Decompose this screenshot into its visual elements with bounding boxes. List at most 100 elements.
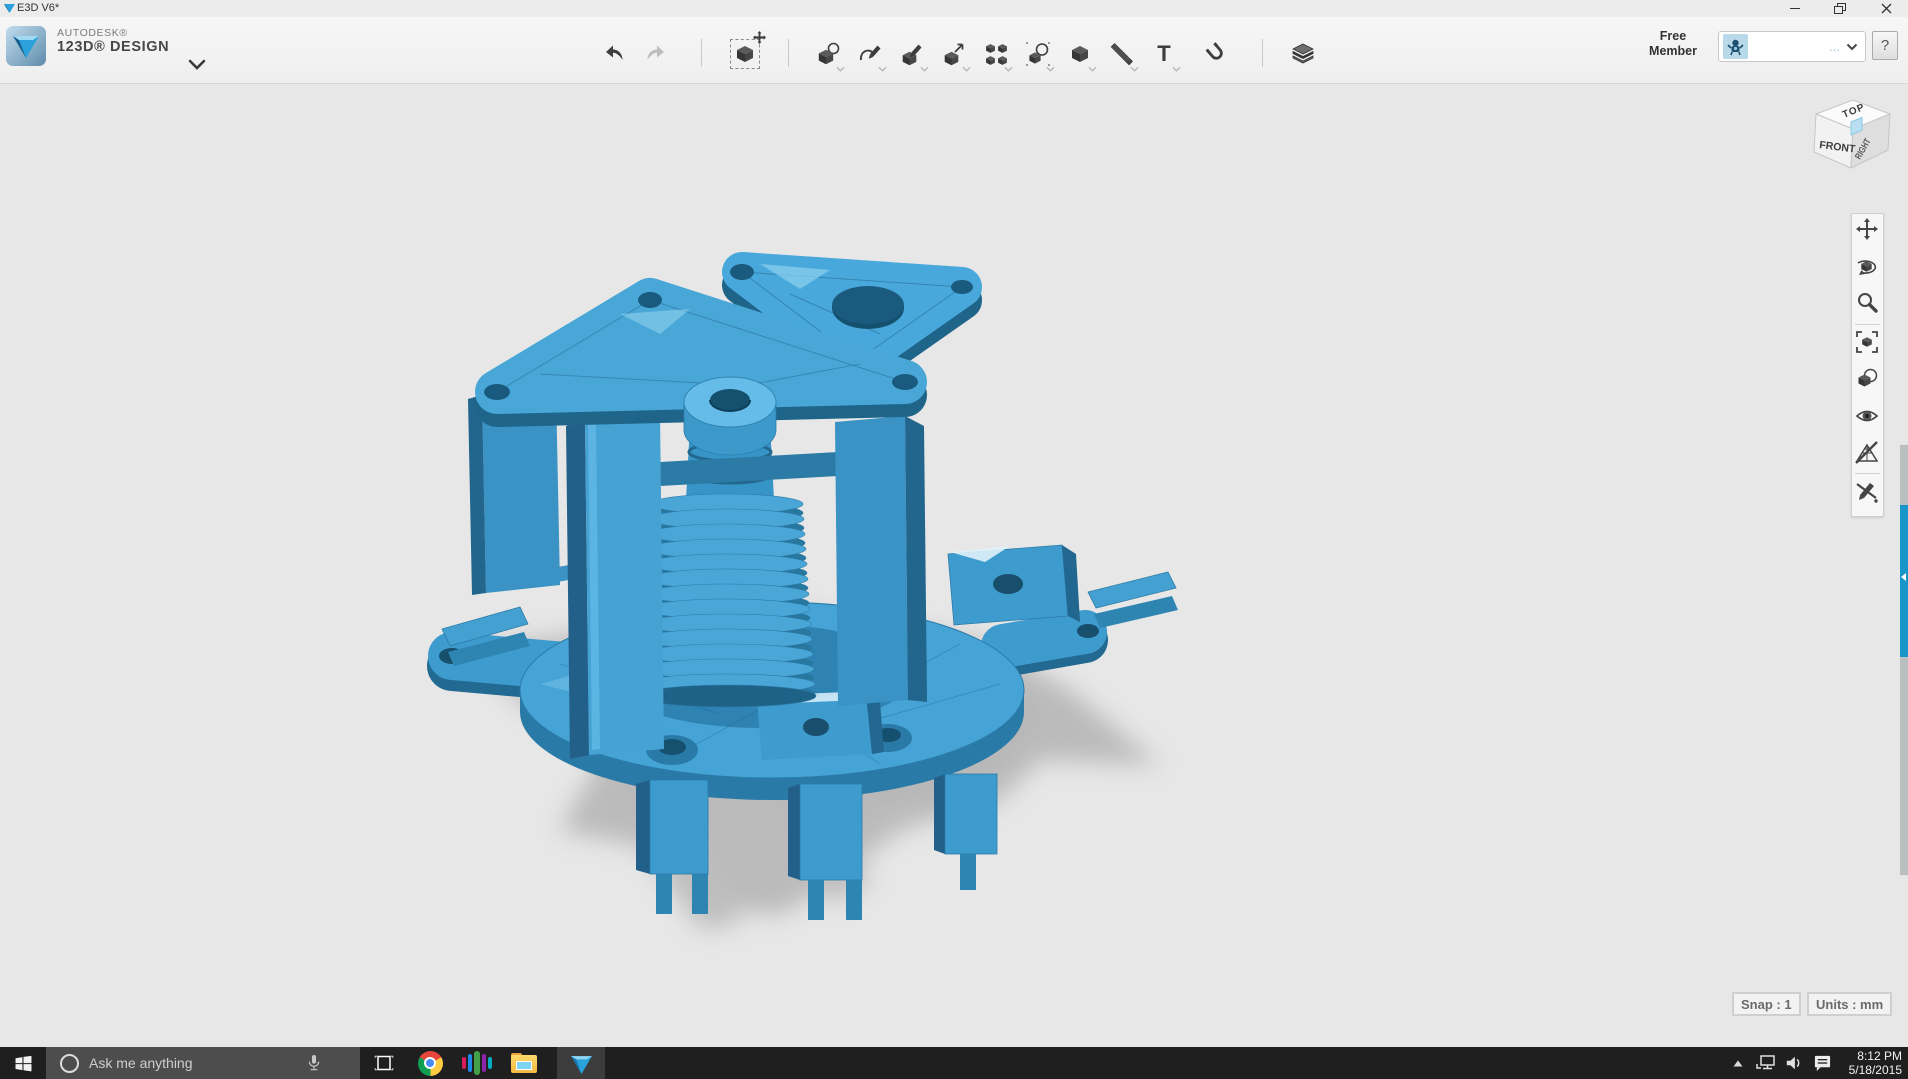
account-menu[interactable]: ...: [1718, 31, 1866, 62]
chevron-up-icon: [1733, 1060, 1743, 1067]
clock[interactable]: 8:12 PM 5/18/2015: [1836, 1049, 1902, 1077]
construct-button[interactable]: [897, 39, 927, 69]
text-button[interactable]: T: [1149, 39, 1179, 69]
close-button[interactable]: [1874, 2, 1898, 15]
minimize-button[interactable]: [1783, 2, 1807, 15]
move-cross-icon: [753, 31, 766, 44]
volume-button[interactable]: [1780, 1047, 1808, 1079]
slide-panel-arrow-icon: [1901, 573, 1906, 581]
redo-icon: [644, 42, 668, 66]
redo-button[interactable]: [641, 39, 671, 69]
modify-icon: [941, 41, 967, 67]
units-label: Units : mm: [1816, 997, 1883, 1012]
combine-button[interactable]: [1065, 39, 1095, 69]
visibility-button[interactable]: [1855, 404, 1879, 428]
measure-icon: [1109, 41, 1135, 67]
sketch-dropdown-chevron[interactable]: [878, 66, 887, 72]
help-button[interactable]: ?: [1872, 31, 1898, 60]
text-dropdown-chevron[interactable]: [1172, 66, 1181, 72]
snap-button[interactable]: [1202, 39, 1232, 69]
material-layers-icon: [1290, 41, 1316, 67]
model-main-assembly[interactable]: [439, 292, 1178, 920]
restore-button[interactable]: [1828, 2, 1852, 15]
clock-time: 8:12 PM: [1836, 1049, 1902, 1063]
toggle-sketch-visibility-button[interactable]: [1855, 480, 1879, 504]
brand-text: AUTODESK® 123D® DESIGN: [57, 27, 169, 56]
model-3d-view[interactable]: [0, 84, 1908, 1047]
snap-setting-button[interactable]: Snap : 1: [1732, 992, 1801, 1016]
window-title: E3D V6*: [17, 2, 59, 14]
brand-line1: AUTODESK®: [57, 27, 169, 39]
grouping-dropdown-chevron[interactable]: [1046, 66, 1055, 72]
zoom-button[interactable]: [1855, 290, 1879, 314]
network-icon: [1756, 1054, 1776, 1072]
slide-panel-handle[interactable]: [1900, 505, 1908, 657]
model-boss[interactable]: [684, 377, 776, 455]
primitives-dropdown-chevron[interactable]: [836, 66, 845, 72]
chrome-icon: [418, 1051, 443, 1076]
file-explorer-button[interactable]: [502, 1047, 546, 1079]
title-bar: E3D V6*: [0, 0, 1908, 17]
shaded-view-icon: [1859, 370, 1877, 387]
grouping-button[interactable]: [1023, 39, 1053, 69]
measure-button[interactable]: [1107, 39, 1137, 69]
show-hidden-icons-button[interactable]: [1724, 1047, 1752, 1079]
construct-dropdown-chevron[interactable]: [920, 66, 929, 72]
pan-button[interactable]: [1855, 217, 1879, 241]
action-center-button[interactable]: [1808, 1047, 1836, 1079]
pattern-dropdown-chevron[interactable]: [1004, 66, 1013, 72]
123d-design-taskbar-button[interactable]: [557, 1047, 605, 1079]
task-view-icon: [374, 1055, 394, 1071]
pan-icon: [1856, 218, 1878, 240]
search-input[interactable]: [89, 1055, 304, 1071]
membership-label: Free Member: [1636, 29, 1710, 59]
grouping-icon: [1025, 41, 1051, 67]
membership-line2: Member: [1636, 44, 1710, 59]
fit-button[interactable]: [1855, 330, 1879, 354]
snap-label: Snap : 1: [1741, 997, 1792, 1012]
start-button[interactable]: [0, 1047, 46, 1079]
combine-dropdown-chevron[interactable]: [1088, 66, 1097, 72]
chrome-taskbar-button[interactable]: [408, 1047, 452, 1079]
shaded-view-button[interactable]: [1855, 367, 1879, 391]
restore-icon: [1834, 3, 1846, 14]
undo-button[interactable]: [599, 39, 629, 69]
pattern-button[interactable]: [981, 39, 1011, 69]
file-explorer-icon: [511, 1053, 537, 1073]
clock-date: 5/18/2015: [1836, 1063, 1902, 1077]
transform-button[interactable]: [730, 39, 760, 69]
app-logo-button[interactable]: [6, 26, 46, 66]
nav-separator: [1855, 324, 1880, 325]
model-heatsink[interactable]: [638, 494, 816, 707]
toolbar-separator: [788, 39, 789, 67]
nav-separator: [1855, 473, 1880, 474]
cortana-ring-icon: [60, 1054, 79, 1073]
text-tool-icon: T: [1157, 41, 1170, 67]
membership-line1: Free: [1636, 29, 1710, 44]
task-view-button[interactable]: [362, 1047, 406, 1079]
sketch-button[interactable]: [855, 39, 885, 69]
avatar-robot-icon: [1726, 37, 1745, 56]
modify-dropdown-chevron[interactable]: [962, 66, 971, 72]
units-setting-button[interactable]: Units : mm: [1807, 992, 1892, 1016]
primitives-button[interactable]: [813, 39, 843, 69]
snap-magnet-icon: [1204, 41, 1230, 67]
app-toolbar: AUTODESK® 123D® DESIGN: [0, 17, 1908, 84]
microphone-icon[interactable]: [306, 1052, 322, 1074]
orbit-button[interactable]: [1855, 254, 1879, 278]
view-cube[interactable]: TOP FRONT RIGHT: [1800, 88, 1902, 180]
eye-icon: [1857, 412, 1877, 421]
toggle-grid-button[interactable]: [1855, 441, 1879, 465]
network-status-button[interactable]: [1752, 1047, 1780, 1079]
media-app-button[interactable]: [455, 1047, 499, 1079]
measure-dropdown-chevron[interactable]: [1130, 66, 1139, 72]
sketch-hidden-icon: [1857, 483, 1878, 503]
viewport[interactable]: TOP FRONT RIGHT: [0, 84, 1908, 1047]
brand-line2: 123D® DESIGN: [57, 39, 169, 56]
pattern-icon: [983, 41, 1009, 67]
main-menu-chevron[interactable]: [188, 59, 206, 71]
fit-icon: [1857, 332, 1877, 352]
cortana-search-box[interactable]: [46, 1047, 360, 1079]
modify-button[interactable]: [939, 39, 969, 69]
material-button[interactable]: [1288, 39, 1318, 69]
